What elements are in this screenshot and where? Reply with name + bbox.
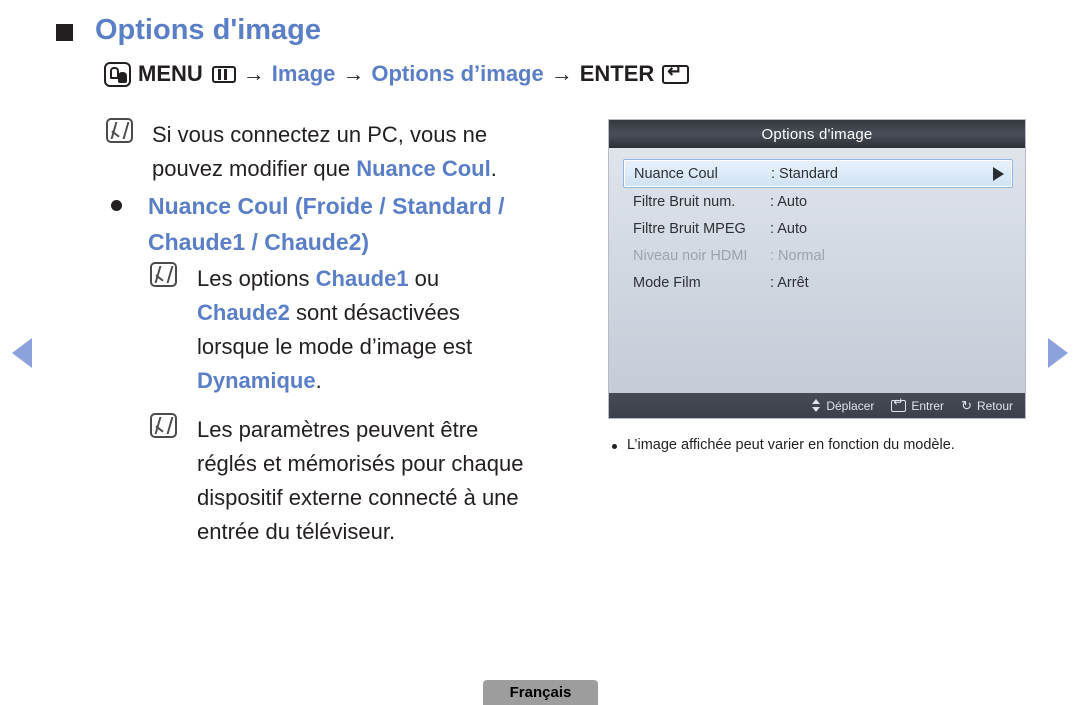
tv-hint-move: Déplacer — [812, 399, 874, 413]
tv-hint-return: ↻ Retour — [961, 399, 1013, 413]
note2-seg3: ou — [408, 266, 440, 291]
breadcrumb-arrow-2: → — [342, 61, 365, 86]
tv-option-value: : Arrêt — [770, 274, 809, 291]
breadcrumb-arrow-1: → — [242, 61, 265, 86]
heading-square-bullet-icon — [56, 24, 73, 41]
tv-option-value: : Auto — [770, 220, 808, 237]
tv-option-value: : Auto — [770, 193, 808, 210]
note-pencil-icon — [150, 413, 177, 438]
tv-option-label: Filtre Bruit MPEG — [633, 220, 746, 237]
enter-key-icon — [662, 62, 690, 84]
tv-option-label: Nuance Coul — [634, 165, 718, 182]
page-heading: Options d'image — [56, 14, 321, 47]
note3-line2: réglés et mémorisés pour chaque — [197, 451, 524, 476]
breadcrumb: MENU → Image → Options d’image → ENTER — [104, 61, 696, 87]
tv-option-row-mode-film[interactable]: Mode Film : Arrêt — [609, 269, 1025, 296]
triangle-right-icon — [993, 166, 1004, 181]
tv-osd-panel: Options d'image Nuance Coul : Standard F… — [608, 119, 1026, 419]
page-title: Options d'image — [95, 14, 322, 46]
tv-osd-option-list: Nuance Coul : Standard Filtre Bruit num.… — [609, 148, 1025, 296]
tv-option-value: : Standard — [771, 165, 838, 182]
tv-option-row-nuance-coul[interactable]: Nuance Coul : Standard — [623, 159, 1013, 188]
tv-option-row-niveau-noir-hdmi: Niveau noir HDMI : Normal — [609, 242, 1025, 269]
up-down-arrow-icon — [812, 399, 821, 412]
note-text: Les paramètres peuvent être réglés et mé… — [197, 413, 524, 549]
note2-seg1: Les options — [197, 266, 316, 291]
enter-key-icon — [891, 396, 907, 412]
tv-panel-caption-text: L’image affichée peut varier en fonction… — [627, 437, 955, 453]
nav-next-page-triangle-right-icon[interactable] — [1048, 338, 1068, 368]
note2-seg6: lorsque le mode d’image est — [197, 334, 473, 359]
bullet-line-2: Chaude1 / Chaude2) — [148, 229, 370, 255]
tv-option-row-filtre-bruit-mpeg[interactable]: Filtre Bruit MPEG : Auto — [609, 215, 1025, 242]
tv-option-label: Mode Film — [633, 274, 701, 291]
tv-option-label: Filtre Bruit num. — [633, 193, 736, 210]
note2-seg7: Dynamique — [197, 368, 316, 393]
breadcrumb-enter-label: ENTER — [579, 61, 655, 86]
note3-line4: entrée du téléviseur. — [197, 519, 396, 544]
note-item: Les paramètres peuvent être réglés et mé… — [150, 413, 600, 549]
note3-line1: Les paramètres peuvent être — [197, 417, 479, 442]
note-pencil-icon — [106, 118, 133, 143]
breadcrumb-arrow-3: → — [550, 61, 573, 86]
note2-seg8: . — [315, 368, 322, 393]
note1-line2-highlight: Nuance Coul — [356, 156, 491, 181]
hand-press-icon — [104, 61, 131, 87]
bullet-item-nuance-coul: Nuance Coul (Froide / Standard / Chaude1… — [106, 188, 586, 260]
note2-seg5: sont désactivées — [289, 300, 460, 325]
tv-option-value: : Normal — [770, 247, 825, 264]
tv-osd-hint-bar: Déplacer Entrer ↻ Retour — [609, 393, 1025, 418]
tv-hint-enter: Entrer — [891, 396, 945, 413]
return-arrow-icon: ↻ — [961, 397, 972, 413]
note1-line2-c: . — [490, 156, 497, 181]
note-pencil-icon — [150, 262, 177, 287]
breadcrumb-menu-label: MENU — [138, 61, 203, 86]
note2-seg4: Chaude2 — [197, 300, 290, 325]
tv-osd-title: Options d'image — [609, 120, 1025, 148]
breadcrumb-item-options-image: Options d’image — [371, 61, 544, 86]
nav-previous-page-triangle-left-icon[interactable] — [12, 338, 32, 368]
breadcrumb-item-image: Image — [271, 61, 336, 86]
tv-hint-move-label: Déplacer — [826, 398, 875, 413]
note-item: Les options Chaude1 ou Chaude2 sont désa… — [150, 262, 590, 398]
tv-hint-return-label: Retour — [976, 398, 1013, 413]
bullet-line-1: Nuance Coul (Froide / Standard / — [148, 193, 505, 219]
tv-panel-caption: L’image affichée peut varier en fonction… — [612, 437, 955, 453]
footer-language-badge: Français — [483, 680, 598, 705]
tv-option-row-filtre-bruit-num[interactable]: Filtre Bruit num. : Auto — [609, 188, 1025, 215]
note3-line3: dispositif externe connecté à une — [197, 485, 519, 510]
note-item: Si vous connectez un PC, vous ne pouvez … — [106, 118, 576, 186]
round-bullet-icon — [111, 200, 122, 211]
note1-line2-a: pouvez modifier que — [152, 156, 357, 181]
tv-option-label: Niveau noir HDMI — [633, 247, 748, 264]
note-text: Les options Chaude1 ou Chaude2 sont désa… — [197, 262, 472, 398]
note-text: Si vous connectez un PC, vous ne pouvez … — [152, 118, 497, 186]
tv-hint-enter-label: Entrer — [911, 398, 945, 413]
round-bullet-icon — [612, 444, 617, 449]
note2-seg2: Chaude1 — [315, 266, 409, 291]
bullet-item-label: Nuance Coul (Froide / Standard / Chaude1… — [148, 188, 505, 260]
menu-grid-icon — [211, 65, 236, 83]
note1-line1: Si vous connectez un PC, vous ne — [152, 122, 488, 147]
